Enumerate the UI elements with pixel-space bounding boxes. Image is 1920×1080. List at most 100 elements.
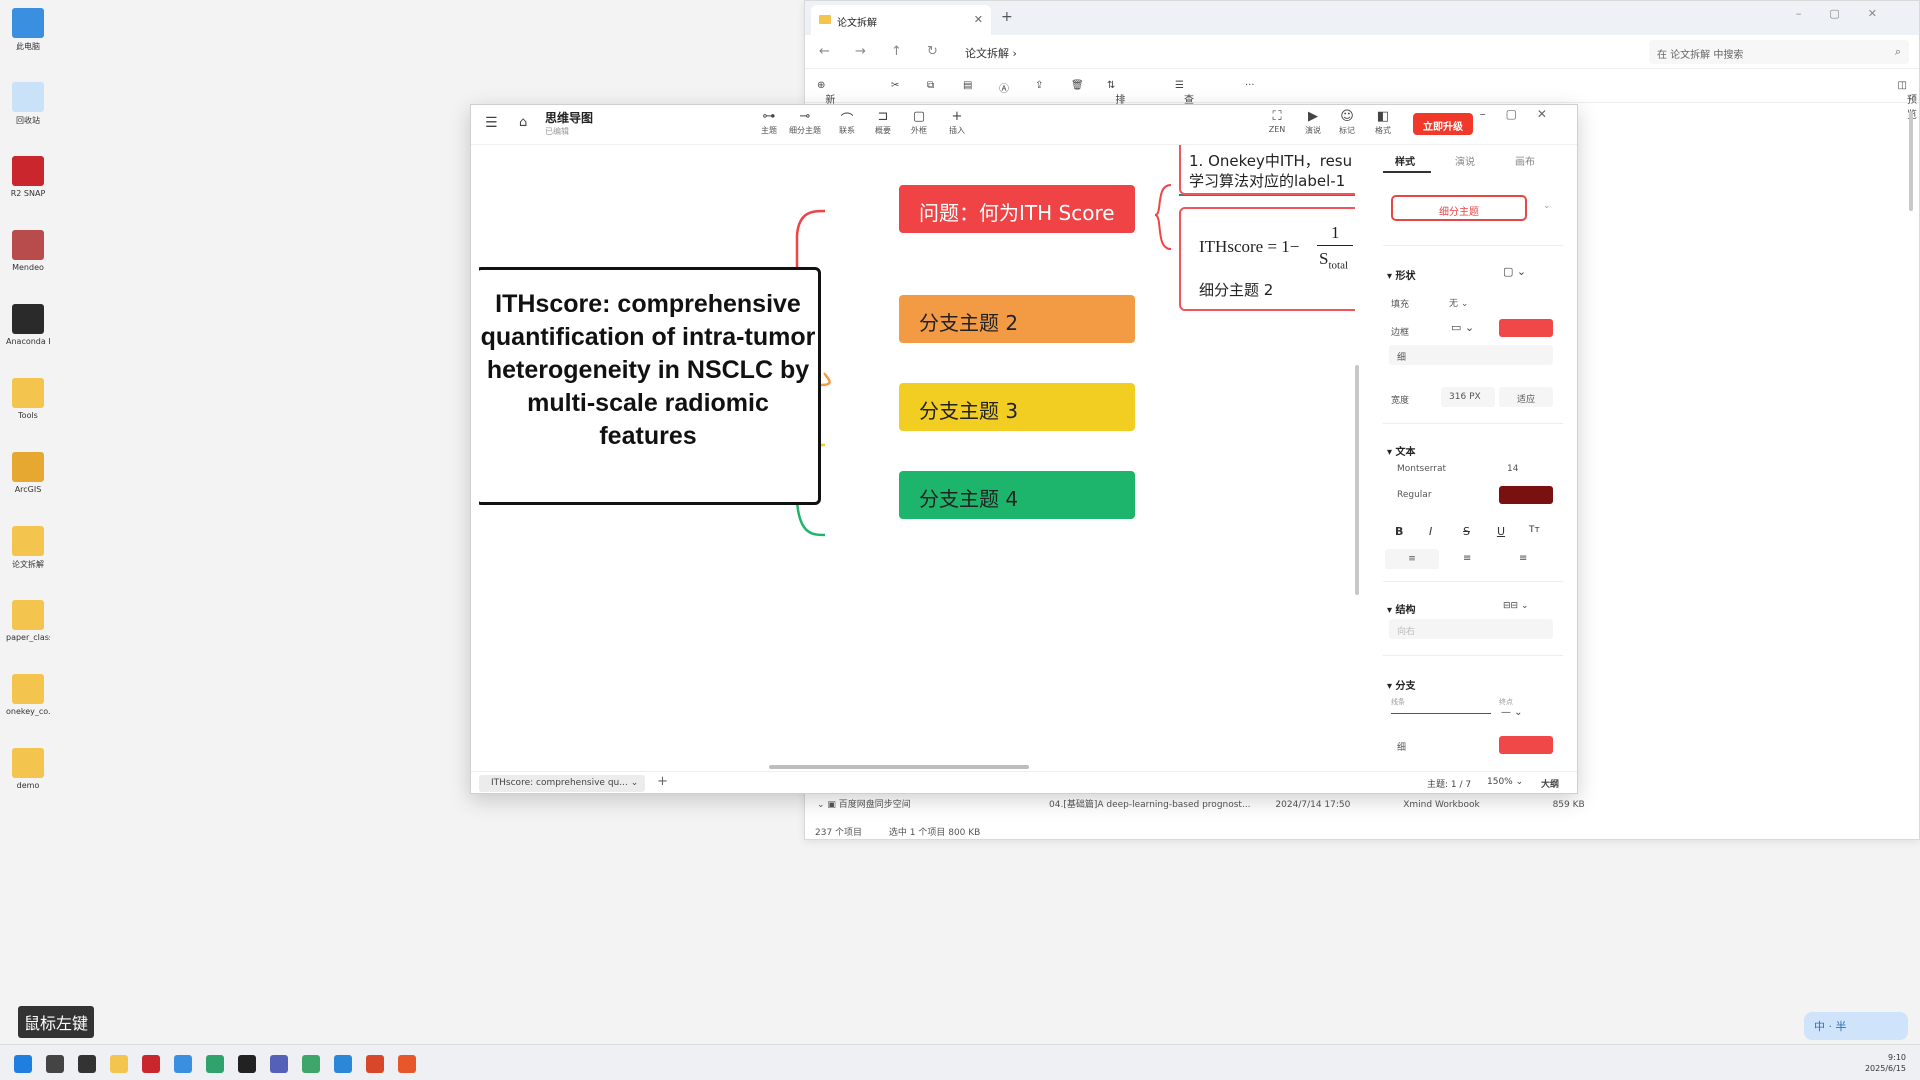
- outline-button[interactable]: 大纲: [1541, 777, 1559, 790]
- breadcrumb[interactable]: 论文拆解 ›: [965, 45, 1017, 61]
- chevron-down-icon[interactable]: ⌄: [1543, 201, 1551, 211]
- add-sheet-button[interactable]: +: [657, 774, 668, 789]
- align-left-icon[interactable]: ≡: [1385, 549, 1439, 569]
- toolbar-boundary-button[interactable]: ▢ 外框: [899, 109, 939, 136]
- shape-picker[interactable]: ▢ ⌄: [1503, 265, 1526, 278]
- ime-indicator[interactable]: 中 · 半: [1804, 1012, 1908, 1040]
- border-weight-select[interactable]: 细: [1389, 345, 1553, 365]
- branch-color-swatch[interactable]: [1499, 736, 1553, 754]
- tab-canvas[interactable]: 画布: [1515, 153, 1535, 168]
- branch-topic-3[interactable]: 分支主题 3: [899, 383, 1135, 431]
- start-icon[interactable]: [14, 1055, 32, 1073]
- subtopic-2[interactable]: ITHscore = 1− 1 Stotal 细分主题 2: [1179, 207, 1355, 311]
- desktop-icon[interactable]: Tools: [6, 378, 50, 420]
- xmind-window-controls[interactable]: –▢✕: [1480, 107, 1567, 121]
- toolbar-subtopic-button[interactable]: ⊸ 细分主题: [785, 109, 825, 136]
- toolbar-summary-button[interactable]: ⊐ 概要: [863, 109, 903, 136]
- shape-section[interactable]: ▾ 形状: [1387, 267, 1416, 282]
- tab-style[interactable]: 样式: [1395, 153, 1415, 168]
- line-style-select[interactable]: [1391, 713, 1491, 714]
- branch-section[interactable]: ▾ 分支: [1387, 677, 1416, 692]
- width-fit-button[interactable]: 适应: [1499, 387, 1553, 407]
- canvas-vscrollbar[interactable]: [1355, 365, 1359, 595]
- hamburger-icon[interactable]: ☰: [485, 115, 498, 131]
- branch-weight-select[interactable]: 细: [1389, 735, 1493, 755]
- fill-select[interactable]: 无 ⌄: [1441, 291, 1493, 311]
- preview-button[interactable]: ◫ 预览: [1898, 80, 1917, 121]
- desktop-icon[interactable]: Anaconda Powersh...: [6, 304, 50, 346]
- delete-icon[interactable]: 🗑: [1071, 80, 1084, 91]
- app-icon[interactable]: [174, 1055, 192, 1073]
- tab-pitch[interactable]: 演说: [1455, 153, 1475, 168]
- subtopic-1[interactable]: 1. Onekey中ITH，resu 学习算法对应的label-1: [1179, 145, 1355, 195]
- view-button[interactable]: ☰ 查看: [1175, 80, 1194, 121]
- more-button[interactable]: ···: [1245, 80, 1255, 91]
- paste-icon[interactable]: ▤: [963, 80, 972, 91]
- chrome-icon[interactable]: [206, 1055, 224, 1073]
- desktop-icon[interactable]: 回收站: [6, 82, 50, 126]
- copy-icon[interactable]: ⧉: [927, 80, 934, 91]
- sheet-tab[interactable]: ITHscore: comprehensive qu... ⌄: [479, 775, 645, 792]
- toolbar-insert-button[interactable]: + 插入: [937, 109, 977, 136]
- rename-icon[interactable]: Ⓐ: [999, 80, 1009, 95]
- central-topic[interactable]: ITHscore: comprehensive quantification o…: [479, 267, 821, 505]
- up-icon[interactable]: ↑: [891, 44, 902, 59]
- forward-icon[interactable]: →: [855, 44, 866, 59]
- toolbar-zen-button[interactable]: ⛶ ZEN: [1257, 109, 1297, 134]
- home-icon[interactable]: ⌂: [519, 115, 527, 130]
- share-icon[interactable]: ⇪: [1035, 80, 1043, 91]
- toolbar-relationship-button[interactable]: ⌒ 联系: [827, 109, 867, 136]
- app-icon[interactable]: [270, 1055, 288, 1073]
- desktop-icon[interactable]: paper_class: [6, 600, 50, 642]
- align-center-icon[interactable]: ≡: [1463, 553, 1471, 564]
- width-input[interactable]: 316 PX: [1441, 387, 1495, 407]
- underline-icon[interactable]: U: [1497, 525, 1505, 538]
- close-tab-icon[interactable]: ✕: [974, 13, 983, 26]
- text-case-icon[interactable]: Tт: [1529, 525, 1540, 535]
- text-section[interactable]: ▾ 文本: [1387, 443, 1416, 458]
- font-weight-select[interactable]: Regular: [1389, 485, 1493, 505]
- system-tray-clock[interactable]: 9:10 2025/6/15: [1865, 1052, 1906, 1074]
- toolbar-marker-button[interactable]: ☺ 标记: [1327, 109, 1367, 136]
- branch-topic-2[interactable]: 分支主题 2: [899, 295, 1135, 343]
- search-icon[interactable]: [46, 1055, 64, 1073]
- back-icon[interactable]: ←: [819, 44, 830, 59]
- search-input[interactable]: 在 论文拆解 中搜索 ⌕: [1649, 40, 1909, 64]
- canvas-hscrollbar[interactable]: [769, 765, 1029, 769]
- structure-section[interactable]: ▾ 结构: [1387, 601, 1416, 616]
- xmind-icon[interactable]: [398, 1055, 416, 1073]
- font-family-select[interactable]: Montserrat: [1389, 459, 1493, 479]
- structure-picker[interactable]: ⊟⊟ ⌄: [1503, 601, 1528, 611]
- app-icon[interactable]: [142, 1055, 160, 1073]
- app-icon[interactable]: [334, 1055, 352, 1073]
- desktop-icon[interactable]: ArcGIS: [6, 452, 50, 494]
- explorer-window-controls[interactable]: –▢✕: [1796, 7, 1905, 20]
- sort-button[interactable]: ⇅ 排序: [1107, 80, 1125, 121]
- text-color-swatch[interactable]: [1499, 486, 1553, 504]
- desktop-icon[interactable]: R2 SNAP: [6, 156, 50, 198]
- desktop-icon[interactable]: Mendeo: [6, 230, 50, 272]
- desktop-icon[interactable]: 论文拆解: [6, 526, 50, 570]
- powerpoint-icon[interactable]: [366, 1055, 384, 1073]
- wechat-icon[interactable]: [302, 1055, 320, 1073]
- file-explorer-icon[interactable]: [110, 1055, 128, 1073]
- italic-icon[interactable]: I: [1429, 525, 1432, 538]
- app-icon[interactable]: [238, 1055, 256, 1073]
- desktop-icon[interactable]: 此电脑: [6, 8, 50, 52]
- zoom-select[interactable]: 150% ⌄: [1487, 777, 1523, 787]
- end-style-select[interactable]: — ⌄: [1501, 707, 1523, 718]
- desktop-icon[interactable]: onekey_co...: [6, 674, 50, 716]
- toolbar-topic-button[interactable]: ⊶ 主题: [749, 109, 789, 136]
- align-right-icon[interactable]: ≡: [1519, 553, 1527, 564]
- toolbar-format-button[interactable]: ◧ 格式: [1363, 109, 1403, 136]
- branch-topic-1[interactable]: 问题：何为ITH Score: [899, 185, 1135, 233]
- cut-icon[interactable]: ✂: [891, 80, 899, 91]
- desktop-icon[interactable]: demo: [6, 748, 50, 790]
- font-size-select[interactable]: 14: [1499, 459, 1553, 479]
- bold-icon[interactable]: B: [1395, 525, 1403, 538]
- border-color-swatch[interactable]: [1499, 319, 1553, 337]
- new-button[interactable]: ⊕ 新建: [817, 80, 835, 121]
- sidebar-item-baidu[interactable]: ⌄ ▣ 百度网盘同步空间: [817, 797, 911, 810]
- refresh-icon[interactable]: ↻: [927, 44, 938, 59]
- style-preset[interactable]: 细分主题: [1391, 195, 1527, 221]
